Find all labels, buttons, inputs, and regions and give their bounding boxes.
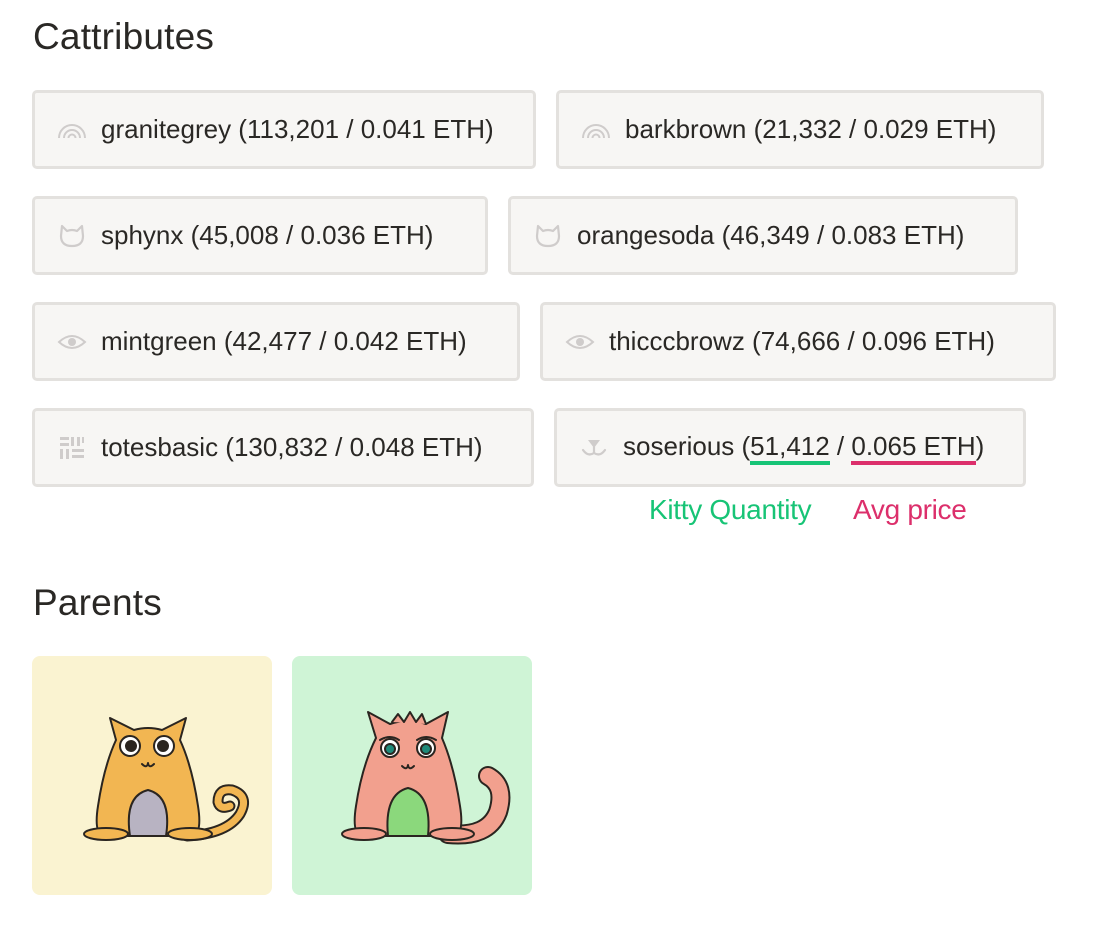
cattribute-chip-totesbasic[interactable]: totesbasic (130,832 / 0.048 ETH) bbox=[32, 408, 534, 487]
parent-card-orange-cat[interactable] bbox=[32, 656, 272, 895]
section-title-parents: Parents bbox=[33, 582, 162, 623]
kitty-quantity-highlight: 51,412 bbox=[750, 433, 830, 465]
cattribute-chip-sphynx[interactable]: sphynx (45,008 / 0.036 ETH) bbox=[32, 196, 488, 275]
cattribute-name: barkbrown bbox=[625, 114, 747, 144]
cattribute-name: totesbasic bbox=[101, 432, 219, 462]
cat-image bbox=[341, 711, 511, 845]
cat-image bbox=[83, 717, 250, 842]
legend-kitty-quantity: Kitty Quantity bbox=[649, 494, 812, 525]
cattribute-chip-barkbrown[interactable]: barkbrown (21,332 / 0.029 ETH) bbox=[556, 90, 1044, 169]
kitty-quantity: 45,008 bbox=[199, 220, 279, 250]
cat-head-icon bbox=[533, 221, 563, 251]
cattribute-chip-orangesoda[interactable]: orangesoda (46,349 / 0.083 ETH) bbox=[508, 196, 1018, 275]
cat-head-icon bbox=[57, 221, 87, 251]
avg-price: 0.048 ETH bbox=[349, 432, 474, 462]
kitty-quantity: 113,201 bbox=[246, 114, 340, 144]
legend-avg-price: Avg price bbox=[853, 494, 967, 525]
avg-price: 0.029 ETH bbox=[863, 114, 988, 144]
cattribute-name: mintgreen bbox=[101, 326, 217, 356]
rainbow-icon bbox=[581, 115, 611, 145]
cattribute-chip-granitegrey[interactable]: granitegrey (113,201 / 0.041 ETH) bbox=[32, 90, 536, 169]
rainbow-icon bbox=[57, 115, 87, 145]
kitty-quantity: 46,349 bbox=[730, 220, 810, 250]
eye-icon bbox=[565, 327, 595, 357]
parent-card-pink-cat[interactable] bbox=[292, 656, 532, 895]
eye-icon bbox=[57, 327, 87, 357]
cattribute-name: orangesoda bbox=[577, 220, 715, 250]
section-title-cattributes: Cattributes bbox=[33, 16, 215, 57]
cattribute-chip-soserious[interactable]: soserious (51,412 / 0.065 ETH) bbox=[554, 408, 1026, 487]
kitty-quantity: 42,477 bbox=[232, 326, 313, 356]
avg-price: 0.036 ETH bbox=[300, 220, 425, 250]
avg-price: 0.042 ETH bbox=[333, 326, 459, 356]
cattribute-name: granitegrey bbox=[101, 114, 232, 144]
avg-price: 0.083 ETH bbox=[831, 220, 956, 250]
kitty-quantity: 74,666 bbox=[760, 326, 841, 356]
cattribute-name: thicccbrowz bbox=[609, 326, 745, 356]
kitty-quantity: 21,332 bbox=[762, 114, 842, 144]
cattribute-chip-mintgreen[interactable]: mintgreen (42,477 / 0.042 ETH) bbox=[32, 302, 520, 381]
mouth-icon bbox=[579, 433, 609, 463]
avg-price: 0.096 ETH bbox=[861, 326, 987, 356]
pattern-grid-icon bbox=[57, 433, 87, 463]
kitty-quantity: 130,832 bbox=[233, 432, 328, 462]
avg-price: 0.041 ETH bbox=[360, 114, 485, 144]
cattribute-name: sphynx bbox=[101, 220, 184, 250]
cattribute-chip-thicccbrowz[interactable]: thicccbrowz (74,666 / 0.096 ETH) bbox=[540, 302, 1056, 381]
avg-price-highlight: 0.065 ETH bbox=[851, 433, 976, 465]
cattribute-name: soserious bbox=[623, 430, 735, 461]
